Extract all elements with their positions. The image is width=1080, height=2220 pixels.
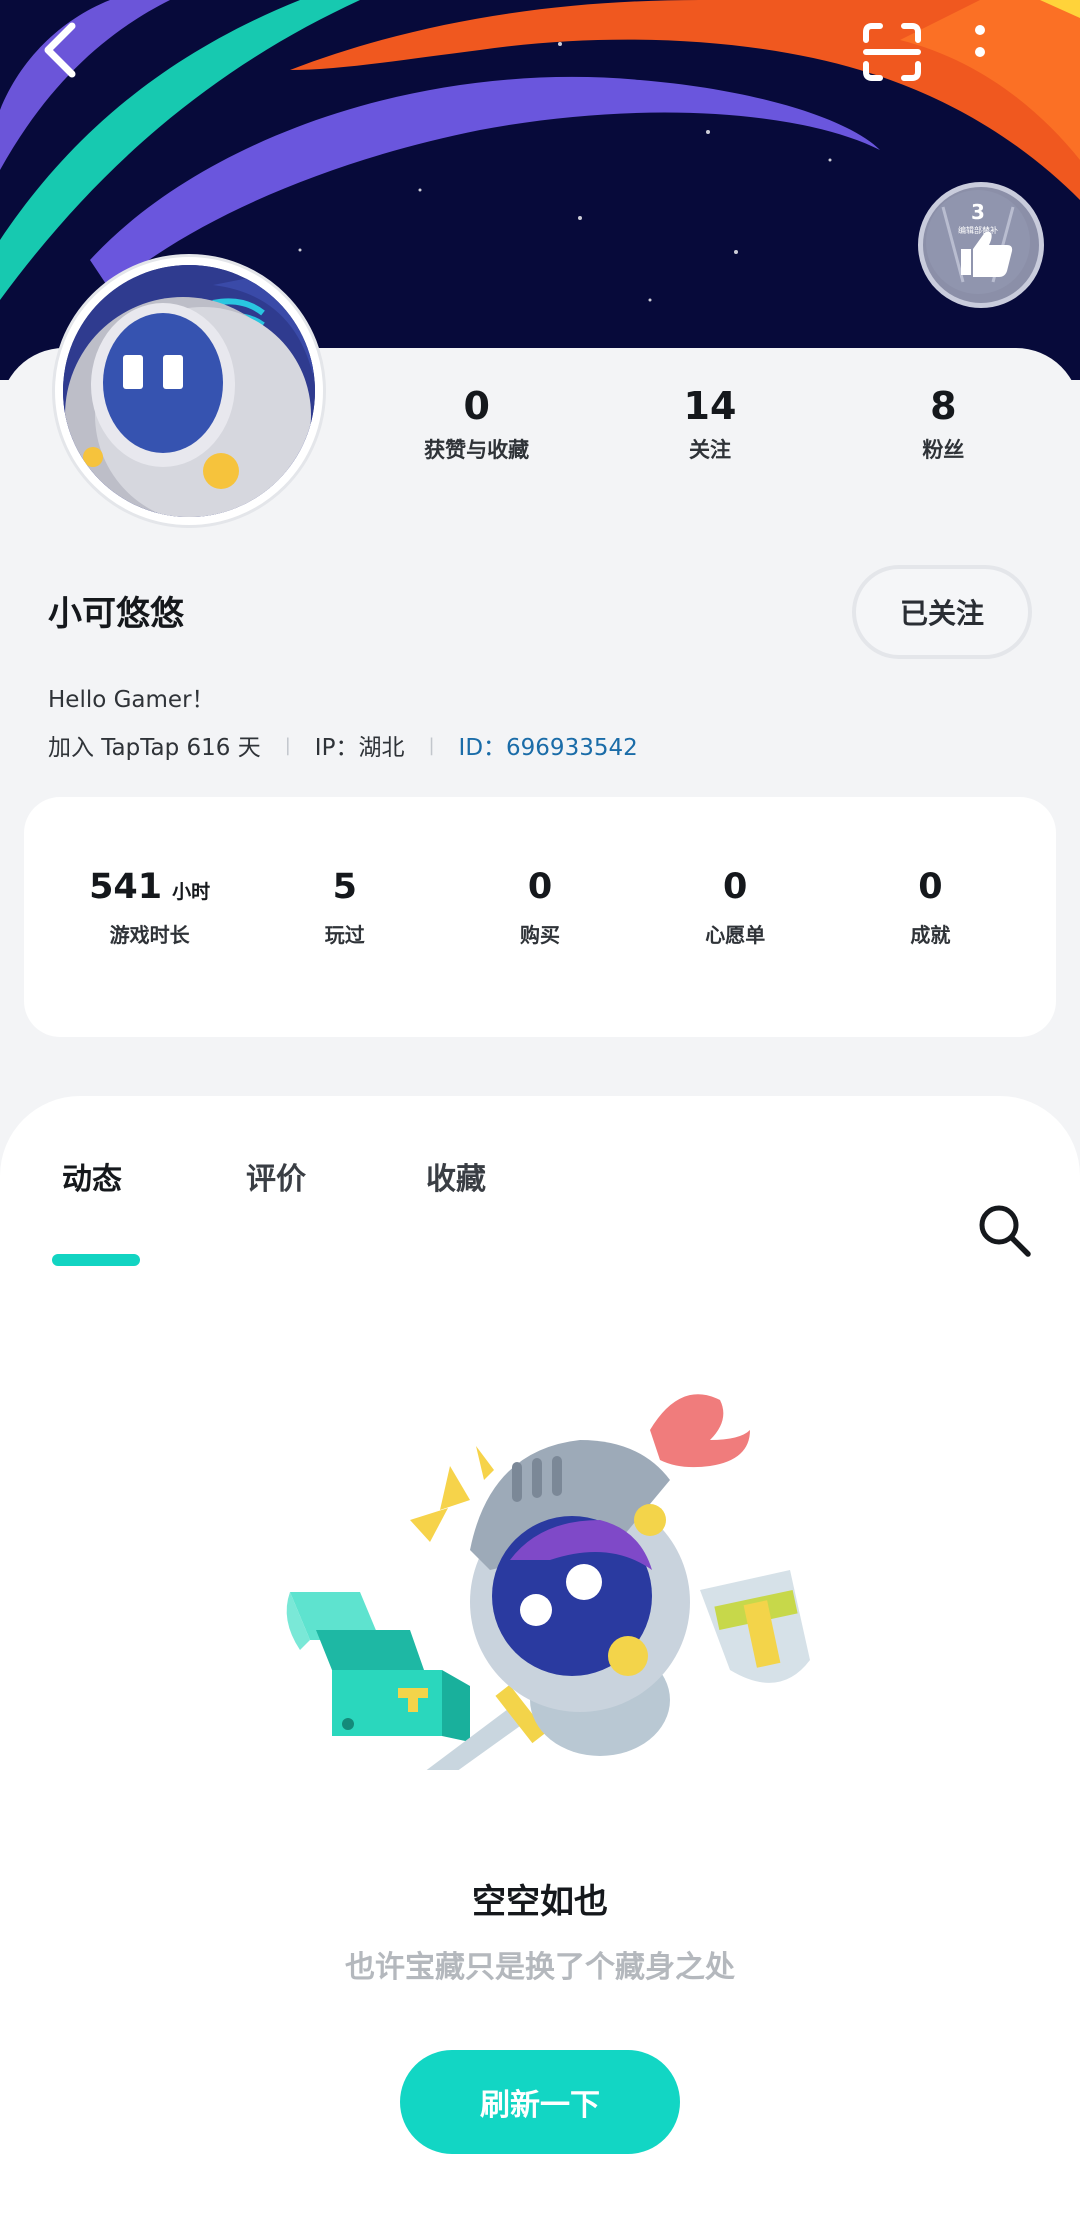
scan-button[interactable] — [862, 22, 934, 94]
stat-likes[interactable]: 0 获赞与收藏 — [360, 380, 593, 490]
game-stat-value: 0 — [918, 867, 943, 907]
content-sheet: 动态 评价 收藏 空空如也 也许宝藏只是换了个藏身之处 刷新一下 — [0, 1096, 1080, 2220]
chevron-left-icon — [44, 22, 76, 78]
username: 小可悠悠 — [48, 594, 184, 634]
empty-state-illustration — [280, 1370, 820, 1802]
tab-favorites[interactable]: 收藏 — [426, 1150, 486, 1210]
game-stat-wishlist[interactable]: 0 心愿单 — [638, 797, 833, 1037]
user-id-value: 696933542 — [506, 735, 638, 761]
game-stat-label: 成就 — [910, 923, 951, 947]
knight-robot-illustration — [286, 1394, 810, 1802]
game-stat-achievements[interactable]: 0 成就 — [833, 797, 1028, 1037]
game-stat-label: 游戏时长 — [109, 923, 190, 947]
stat-label: 关注 — [688, 438, 731, 462]
thumbs-up-icon: 3 编辑部替补 — [926, 190, 1030, 294]
back-button[interactable] — [40, 22, 112, 94]
game-stat-value: 0 — [527, 867, 553, 907]
ip-location: IP：湖北 — [314, 735, 405, 761]
stat-value: 0 — [463, 384, 490, 428]
tab-reviews[interactable]: 评价 — [246, 1150, 306, 1210]
game-stat-value: 541 — [89, 867, 163, 907]
scan-icon — [863, 23, 921, 81]
game-stat-unit: 小时 — [172, 881, 211, 903]
separator: | — [284, 734, 291, 756]
empty-state-subtitle: 也许宝藏只是换了个藏身之处 — [345, 1950, 735, 1985]
more-vertical-icon — [975, 25, 985, 57]
stat-following[interactable]: 14 关注 — [593, 380, 826, 490]
stat-label: 粉丝 — [922, 438, 965, 462]
empty-state-title: 空空如也 — [472, 1882, 608, 1922]
refresh-button[interactable]: 刷新一下 — [400, 2050, 680, 2154]
game-stat-value: 5 — [332, 867, 357, 907]
search-icon — [979, 1205, 1031, 1257]
separator: | — [428, 734, 435, 756]
follow-button[interactable]: 已关注 — [852, 565, 1032, 659]
join-info: 加入 TapTap 616 天 — [48, 735, 261, 761]
tab-bar: 动态 评价 收藏 — [0, 1150, 1080, 1266]
avatar-image — [63, 265, 315, 517]
badge-level: 3 — [971, 200, 985, 224]
badge-caption: 编辑部替补 — [958, 225, 998, 235]
stat-followers[interactable]: 8 粉丝 — [827, 380, 1060, 490]
game-stat-value: 0 — [723, 867, 748, 907]
game-stat-label: 购买 — [520, 923, 560, 947]
more-button[interactable] — [972, 22, 1044, 94]
game-stat-purchased[interactable]: 0 购买 — [442, 797, 637, 1037]
user-id[interactable]: ID：696933542 — [459, 728, 638, 762]
bio: Hello Gamer！ — [48, 687, 215, 713]
stat-value: 8 — [930, 384, 957, 428]
avatar[interactable] — [52, 254, 326, 528]
game-stat-label: 玩过 — [324, 923, 365, 947]
profile-meta: 加入 TapTap 616 天 | IP：湖北 | ID：696933542 — [48, 728, 638, 762]
stat-value: 14 — [683, 384, 737, 428]
game-stats-card: 541 小时 游戏时长 5 玩过 0 购买 0 心愿单 0 成就 — [24, 797, 1056, 1037]
game-stat-label: 心愿单 — [705, 923, 766, 947]
game-stat-played[interactable]: 5 玩过 — [247, 797, 442, 1037]
user-id-label: ID： — [458, 735, 507, 761]
tab-indicator — [52, 1254, 140, 1266]
profile-stats: 0 获赞与收藏 14 关注 8 粉丝 — [360, 380, 1060, 490]
stat-label: 获赞与收藏 — [424, 438, 530, 462]
tab-activity[interactable]: 动态 — [62, 1150, 122, 1210]
search-button[interactable] — [972, 1198, 1036, 1262]
achievement-badge[interactable]: 3 编辑部替补 — [918, 182, 1044, 308]
game-stat-playtime[interactable]: 541 小时 游戏时长 — [52, 797, 247, 1037]
